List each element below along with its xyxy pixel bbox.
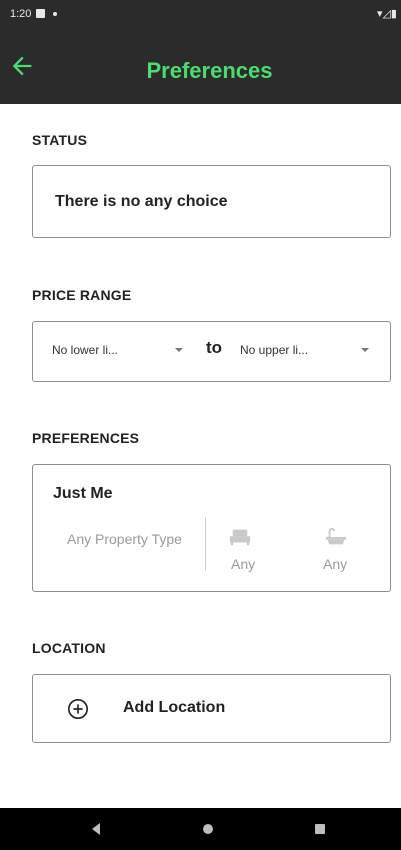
bathtub-icon xyxy=(325,527,347,545)
status-value: There is no any choice xyxy=(55,193,228,210)
bed-icon xyxy=(229,529,251,546)
household-label: Just Me xyxy=(53,485,113,502)
price-range-section-label: PRICE RANGE xyxy=(32,287,132,303)
nav-back-icon[interactable] xyxy=(92,823,100,835)
notification-dot-icon xyxy=(53,12,57,16)
status-selector[interactable]: There is no any choice xyxy=(32,165,391,238)
preferences-divider xyxy=(205,517,206,571)
page-title: Preferences xyxy=(146,58,273,83)
bedrooms-value: Any xyxy=(231,556,256,572)
status-time: 1:20 xyxy=(10,8,32,20)
upper-limit-chevron-down-icon[interactable] xyxy=(361,348,369,352)
add-location-label: Add Location xyxy=(123,699,226,716)
price-range-field: No lower li... to No upper li... xyxy=(32,321,391,382)
status-section-label: STATUS xyxy=(32,132,88,148)
app-bar: Preferences xyxy=(0,28,401,104)
preferences-section-label: PREFERENCES xyxy=(32,430,140,446)
bathrooms-value: Any xyxy=(323,556,348,572)
price-range-connector: to xyxy=(206,338,223,357)
lower-limit-dropdown[interactable]: No lower li... xyxy=(52,343,118,357)
plus-circle-icon xyxy=(68,699,88,719)
preferences-card[interactable]: Just Me Any Property Type Any Any xyxy=(32,464,391,592)
add-location-button[interactable]: Add Location xyxy=(32,674,391,743)
location-section-label: LOCATION xyxy=(32,640,106,656)
system-status-icons: ▾◿▮ xyxy=(376,8,397,20)
notification-icon xyxy=(36,9,45,18)
status-bar: 1:20 ▾◿▮ xyxy=(0,0,401,28)
upper-limit-dropdown[interactable]: No upper li... xyxy=(240,343,308,357)
nav-recents-icon[interactable] xyxy=(315,824,325,834)
system-navigation-bar xyxy=(0,808,401,850)
property-type-value: Any Property Type xyxy=(67,531,182,547)
lower-limit-chevron-down-icon[interactable] xyxy=(175,348,183,352)
nav-home-icon[interactable] xyxy=(203,824,213,834)
